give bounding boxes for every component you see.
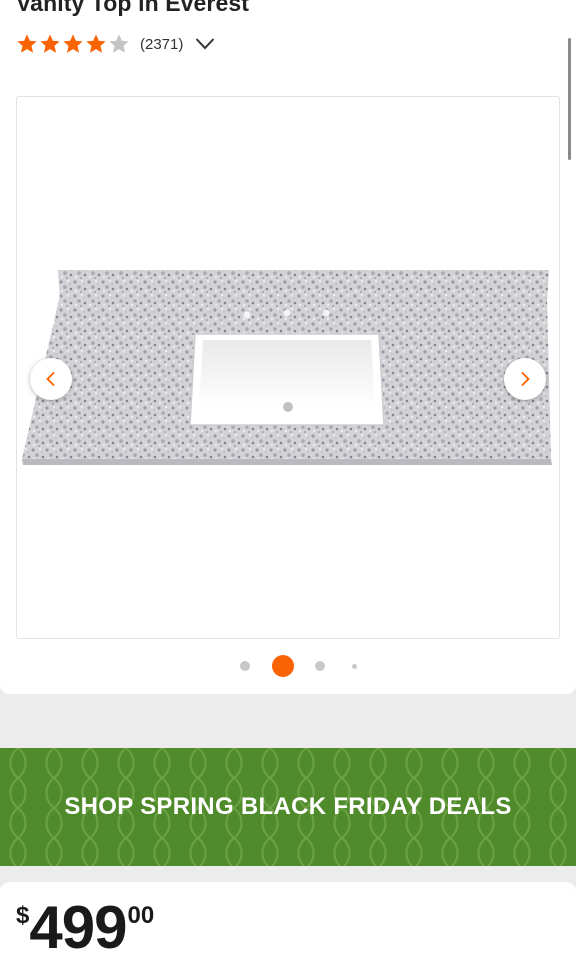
chevron-left-icon — [46, 371, 55, 387]
rating-row[interactable]: (2371) — [16, 31, 215, 57]
price-card: $ 499 00 — [0, 882, 576, 960]
star-icon — [40, 34, 60, 53]
carousel-dots — [0, 654, 576, 678]
price: $ 499 00 — [16, 898, 154, 958]
chevron-right-icon — [521, 371, 530, 387]
product-title: Vanity Top in Everest — [16, 0, 250, 16]
price-dollars: 499 — [29, 894, 127, 960]
star-icon — [63, 34, 83, 53]
carousel-next-button[interactable] — [504, 358, 546, 400]
review-count[interactable]: (2371) — [140, 36, 183, 53]
promo-label: SHOP SPRING BLACK FRIDAY DEALS — [64, 793, 512, 820]
promo-banner[interactable]: SHOP SPRING BLACK FRIDAY DEALS — [0, 748, 576, 866]
carousel-dot[interactable] — [315, 661, 325, 671]
product-page: Vanity Top in Everest (2371) SHOP SPRING… — [0, 0, 576, 960]
scrollbar[interactable] — [568, 38, 571, 160]
star-icon — [17, 34, 37, 53]
product-card: Vanity Top in Everest (2371) — [0, 0, 576, 694]
star-icon — [109, 34, 129, 53]
chevron-down-icon[interactable] — [195, 37, 215, 51]
price-cents: 00 — [127, 902, 155, 929]
carousel-dot-active[interactable] — [272, 655, 294, 677]
product-image-frame[interactable] — [16, 96, 560, 639]
carousel-dot[interactable] — [240, 661, 250, 671]
price-currency: $ — [16, 902, 30, 929]
star-rating — [16, 33, 130, 55]
carousel-dot[interactable] — [352, 664, 357, 669]
vanity-top-image — [22, 270, 552, 465]
carousel-prev-button[interactable] — [30, 358, 72, 400]
star-icon — [86, 34, 106, 53]
